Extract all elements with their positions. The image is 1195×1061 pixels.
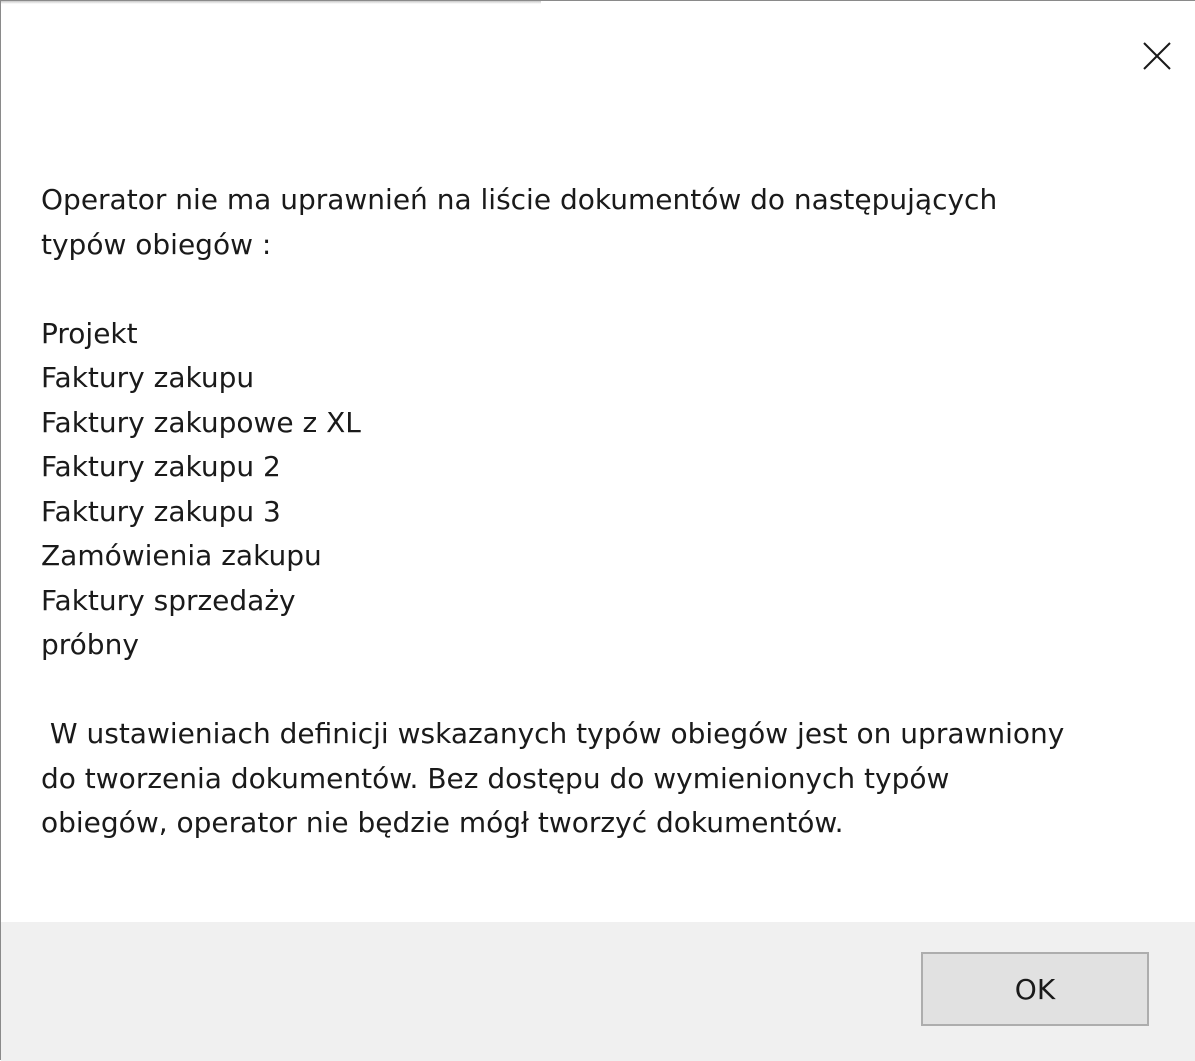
workflow-type-item: Faktury zakupu	[41, 361, 255, 394]
workflow-type-item: Zamówienia zakupu	[41, 539, 322, 572]
workflow-type-item: Faktury zakupu 2	[41, 450, 281, 483]
dialog-footer: OK	[1, 922, 1195, 1061]
background-window-edge	[1, 1, 541, 4]
close-icon	[1143, 42, 1171, 70]
message-outro-line: W ustawieniach definicji wskazanych typó…	[41, 717, 1065, 750]
workflow-type-item: próbny	[41, 628, 139, 661]
message-outro-line: obiegów, operator nie będzie mógł tworzy…	[41, 806, 844, 839]
message-intro-line: typów obiegów :	[41, 227, 272, 261]
workflow-type-item: Faktury zakupowe z XL	[41, 405, 361, 439]
ok-button[interactable]: OK	[921, 952, 1149, 1026]
workflow-type-item: Faktury zakupu 3	[41, 494, 281, 528]
close-button[interactable]	[1119, 23, 1195, 89]
message-intro-line: Operator nie ma uprawnień na liście doku…	[41, 183, 998, 216]
message-outro-line: do tworzenia dokumentów. Bez dostępu do …	[41, 761, 950, 795]
workflow-type-item: Faktury sprzedaży	[41, 583, 296, 617]
workflow-type-item: Projekt	[41, 316, 138, 350]
message-dialog: Operator nie ma uprawnień na liście doku…	[0, 0, 1195, 1061]
dialog-message: Operator nie ma uprawnień na liście doku…	[41, 178, 1151, 846]
